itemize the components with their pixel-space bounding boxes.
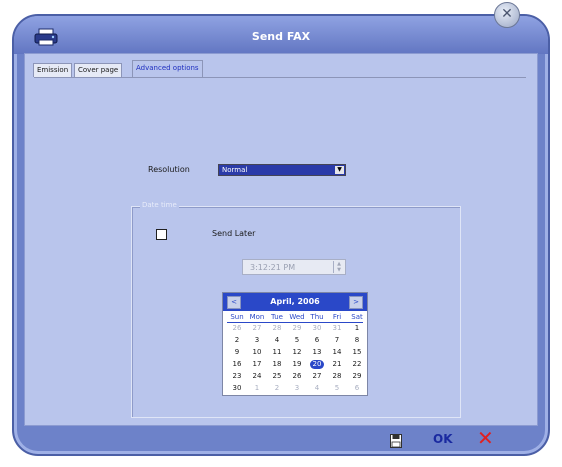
- cancel-button[interactable]: ✕: [477, 427, 494, 449]
- advanced-options-panel: Resolution Normal ▼ Date time Send Later…: [34, 77, 526, 418]
- send-later-checkbox[interactable]: [156, 229, 167, 240]
- time-field: 3:12:21 PM ▲ ▼: [242, 259, 346, 275]
- time-value: 3:12:21 PM: [250, 263, 296, 272]
- resolution-label: Resolution: [148, 165, 190, 174]
- calendar-day[interactable]: 22: [347, 360, 367, 368]
- calendar: < April, 2006 > Sun Mon Tue Wed Thu Fri Sat 26 2…: [222, 292, 368, 396]
- calendar-day[interactable]: 3: [287, 384, 307, 392]
- resolution-select[interactable]: Normal ▼: [218, 164, 346, 176]
- calendar-day[interactable]: 17: [247, 360, 267, 368]
- calendar-day[interactable]: 6: [347, 384, 367, 392]
- calendar-day[interactable]: 6: [307, 336, 327, 344]
- button-bar: OK ✕: [14, 426, 548, 454]
- calendar-day[interactable]: 23: [227, 372, 247, 380]
- calendar-day[interactable]: 25: [267, 372, 287, 380]
- calendar-day[interactable]: 7: [327, 336, 347, 344]
- title-bar: Send FAX: [14, 16, 548, 54]
- resolution-value: Normal: [222, 166, 248, 174]
- weekday-wed: Wed: [289, 313, 305, 321]
- weekday-fri: Fri: [332, 313, 342, 321]
- calendar-day[interactable]: 28: [267, 324, 287, 332]
- weekday-divider: [227, 322, 363, 323]
- calendar-day[interactable]: 1: [347, 324, 367, 332]
- weekday-thu: Thu: [310, 313, 324, 321]
- time-spinner: ▲ ▼: [333, 261, 344, 273]
- close-button[interactable]: ✕: [494, 2, 520, 28]
- calendar-day[interactable]: 12: [287, 348, 307, 356]
- weekday-mon: Mon: [249, 313, 265, 321]
- ok-button[interactable]: OK: [433, 432, 453, 446]
- calendar-day[interactable]: 14: [327, 348, 347, 356]
- tab-advanced-options[interactable]: Advanced options: [132, 60, 203, 78]
- calendar-header: < April, 2006 >: [223, 293, 367, 311]
- calendar-day[interactable]: 9: [227, 348, 247, 356]
- dialog-content: Emission Cover page Advanced options Res…: [24, 53, 538, 426]
- calendar-day[interactable]: 28: [327, 372, 347, 380]
- send-later-label: Send Later: [212, 229, 256, 238]
- calendar-day[interactable]: 2: [227, 336, 247, 344]
- calendar-day[interactable]: 27: [307, 372, 327, 380]
- calendar-day-selected[interactable]: 20: [307, 360, 327, 368]
- calendar-month-year: April, 2006: [270, 297, 320, 306]
- calendar-day[interactable]: 30: [307, 324, 327, 332]
- calendar-day[interactable]: 11: [267, 348, 287, 356]
- calendar-day[interactable]: 26: [227, 324, 247, 332]
- date-time-legend: Date time: [140, 201, 179, 209]
- calendar-day[interactable]: 31: [327, 324, 347, 332]
- tab-emission[interactable]: Emission: [33, 63, 73, 77]
- weekday-tue: Tue: [271, 313, 283, 321]
- calendar-day[interactable]: 2: [267, 384, 287, 392]
- calendar-day[interactable]: 4: [267, 336, 287, 344]
- calendar-day[interactable]: 16: [227, 360, 247, 368]
- weekday-sun: Sun: [230, 313, 244, 321]
- calendar-day[interactable]: 5: [327, 384, 347, 392]
- calendar-day[interactable]: 27: [247, 324, 267, 332]
- send-fax-window: Send FAX ✕ Emission Cover page Advanced …: [12, 2, 550, 456]
- calendar-day[interactable]: 24: [247, 372, 267, 380]
- calendar-day[interactable]: 29: [347, 372, 367, 380]
- calendar-next-button[interactable]: >: [349, 296, 363, 309]
- calendar-day[interactable]: 10: [247, 348, 267, 356]
- calendar-day[interactable]: 13: [307, 348, 327, 356]
- calendar-day[interactable]: 3: [247, 336, 267, 344]
- calendar-day[interactable]: 4: [307, 384, 327, 392]
- calendar-day[interactable]: 21: [327, 360, 347, 368]
- chevron-down-icon[interactable]: ▼: [335, 166, 344, 174]
- window-title: Send FAX: [251, 30, 311, 43]
- calendar-day[interactable]: 19: [287, 360, 307, 368]
- weekday-sat: Sat: [351, 313, 363, 321]
- calendar-day[interactable]: 8: [347, 336, 367, 344]
- calendar-day[interactable]: 5: [287, 336, 307, 344]
- tab-cover-page[interactable]: Cover page: [74, 63, 123, 77]
- date-time-group: Date time Send Later 3:12:21 PM ▲ ▼ < Apr…: [131, 201, 461, 418]
- calendar-day[interactable]: 26: [287, 372, 307, 380]
- calendar-day[interactable]: 1: [247, 384, 267, 392]
- floppy-disk-icon[interactable]: [390, 434, 402, 448]
- calendar-day[interactable]: 18: [267, 360, 287, 368]
- calendar-day[interactable]: 30: [227, 384, 247, 392]
- calendar-day[interactable]: 29: [287, 324, 307, 332]
- calendar-day[interactable]: 15: [347, 348, 367, 356]
